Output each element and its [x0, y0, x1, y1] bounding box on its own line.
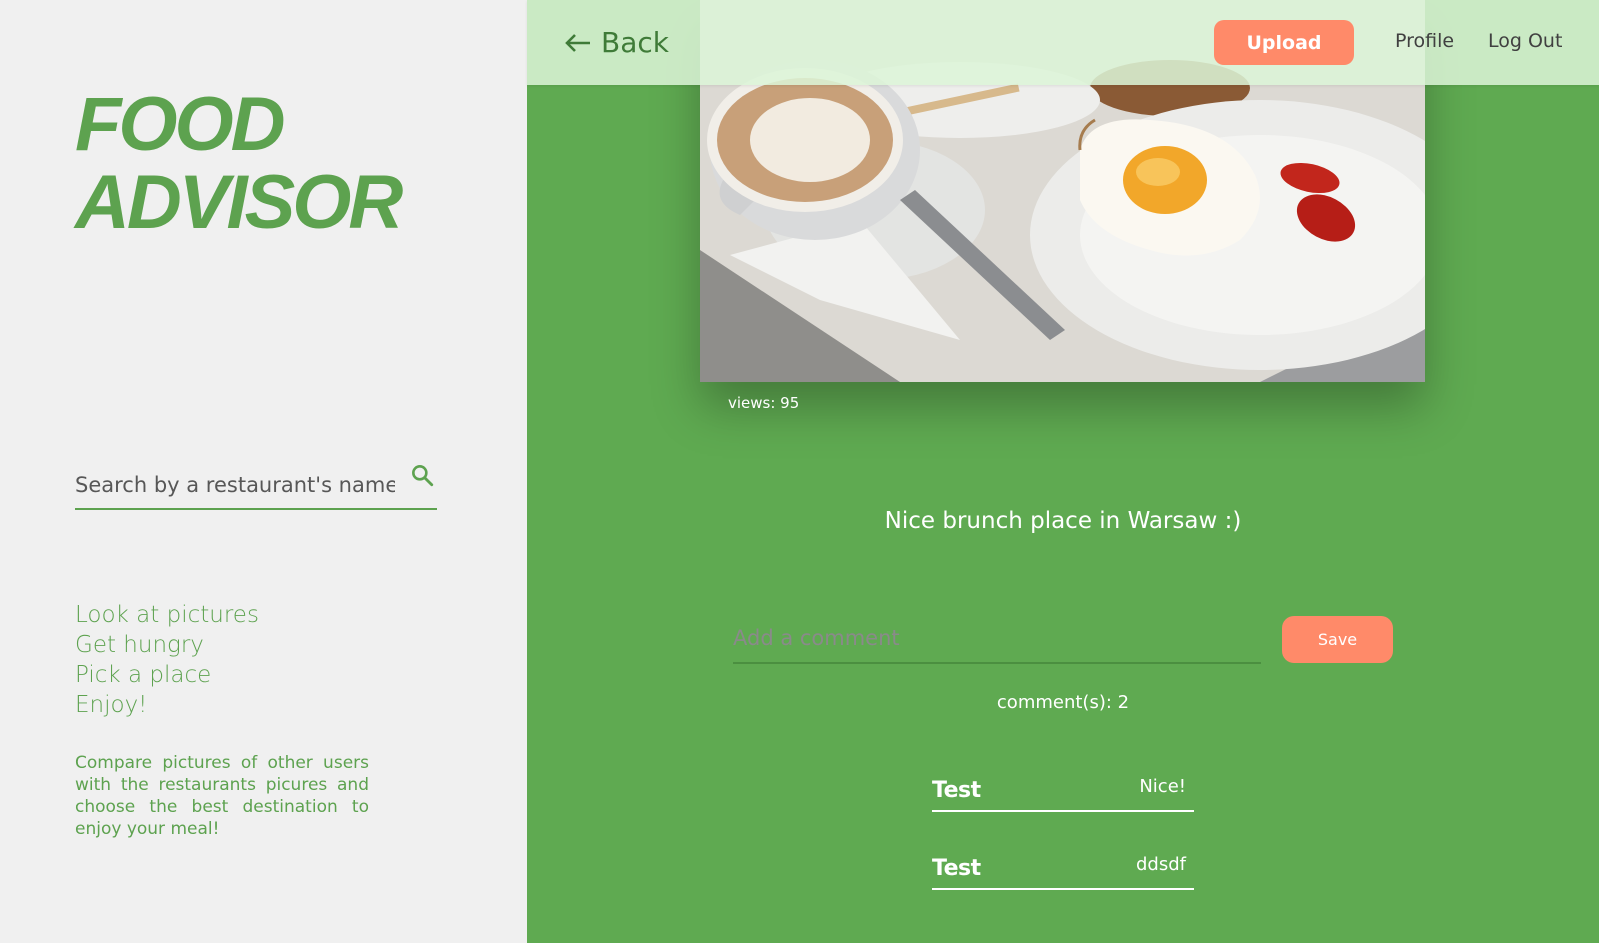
app-description: Compare pictures of other users with the… [75, 753, 369, 839]
step-item: Look at pictures [75, 602, 259, 628]
comment-text: Nice! [1139, 776, 1186, 797]
comment-input[interactable] [733, 622, 1253, 654]
comment-item: Test ddsdf [932, 848, 1194, 890]
comment-count: comment(s): 2 [996, 692, 1130, 713]
comment-item: Test Nice! [932, 770, 1194, 812]
logo-line-2: ADVISOR [75, 160, 403, 245]
app-logo: FOOD ADVISOR [75, 86, 403, 245]
steps-list: Look at pictures Get hungry Pick a place… [75, 600, 259, 720]
back-label: Back [601, 25, 669, 59]
top-bar: Back Upload Profile Log Out [527, 0, 1599, 85]
post-caption: Nice brunch place in Warsaw :) [884, 508, 1242, 534]
profile-link[interactable]: Profile [1395, 30, 1454, 52]
comment-author: Test [932, 856, 981, 881]
logout-link[interactable]: Log Out [1488, 30, 1562, 52]
step-item: Enjoy! [75, 692, 148, 718]
step-item: Get hungry [75, 632, 204, 658]
comment-field [733, 614, 1261, 664]
search-input[interactable] [75, 470, 395, 500]
search-bar [75, 460, 437, 510]
sidebar: FOOD ADVISOR Look at pictures Get hungry… [0, 0, 527, 943]
save-comment-button[interactable]: Save [1282, 616, 1393, 663]
arrow-left-icon [565, 26, 591, 59]
comment-text: ddsdf [1136, 854, 1186, 875]
comment-author: Test [932, 778, 981, 803]
back-button[interactable]: Back [565, 24, 669, 60]
search-icon[interactable] [407, 460, 437, 490]
step-item: Pick a place [75, 662, 212, 688]
view-count: views: 95 [728, 394, 800, 412]
upload-button[interactable]: Upload [1214, 20, 1354, 65]
logo-line-1: FOOD [75, 82, 286, 167]
